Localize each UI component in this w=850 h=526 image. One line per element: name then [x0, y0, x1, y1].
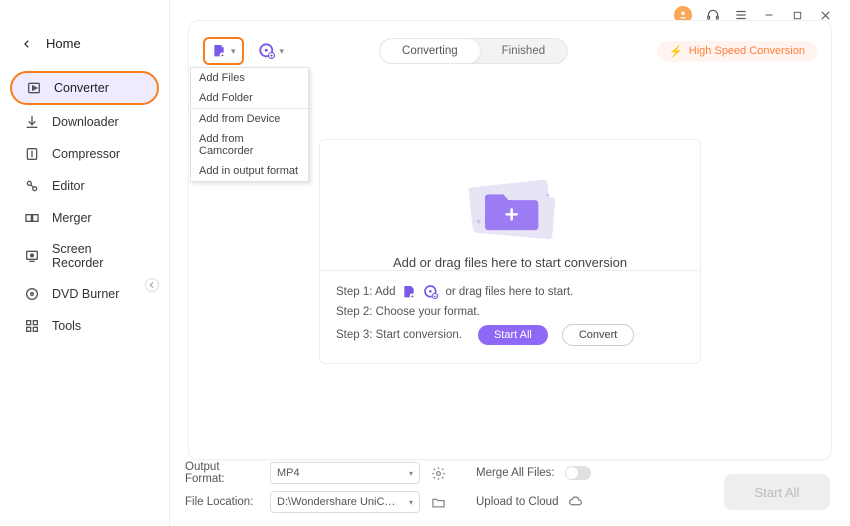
- sidebar-item-label: Converter: [54, 81, 109, 95]
- sidebar-item-downloader[interactable]: Downloader: [10, 107, 159, 137]
- sidebar-collapse-handle[interactable]: [145, 278, 159, 292]
- tab-finished[interactable]: Finished: [480, 39, 567, 63]
- step-3: Step 3: Start conversion. Start All Conv…: [336, 321, 684, 349]
- tab-converting[interactable]: Converting: [380, 39, 480, 63]
- sidebar-item-label: Merger: [52, 211, 92, 225]
- sidebar-item-tools[interactable]: Tools: [10, 311, 159, 341]
- sidebar-item-label: Downloader: [52, 115, 119, 129]
- dropzone[interactable]: ✦ ✦ Add or drag files here to start conv…: [319, 139, 701, 364]
- high-speed-banner[interactable]: ⚡ High Speed Conversion: [657, 41, 817, 62]
- sidebar: Home Converter Downloader Compressor Edi…: [0, 0, 170, 526]
- chevron-down-icon: ▾: [409, 469, 413, 478]
- dropdown-item-add-from-camcorder[interactable]: Add from Camcorder: [191, 129, 308, 161]
- sidebar-item-label: Screen Recorder: [52, 242, 145, 270]
- disc-icon[interactable]: +: [423, 284, 439, 300]
- step-1: Step 1: Add + + or drag files here to st…: [336, 281, 684, 303]
- sidebar-item-label: Tools: [52, 319, 81, 333]
- folder-icon[interactable]: [430, 494, 446, 510]
- sidebar-item-screen-recorder[interactable]: Screen Recorder: [10, 235, 159, 277]
- svg-text:✦: ✦: [545, 191, 551, 199]
- svg-text:+: +: [411, 294, 414, 300]
- svg-text:+: +: [221, 53, 224, 59]
- merger-icon: [24, 210, 40, 226]
- chevron-down-icon: ▾: [280, 46, 285, 57]
- cloud-icon[interactable]: [568, 494, 584, 510]
- sidebar-item-label: Compressor: [52, 147, 120, 161]
- chevron-left-icon: [22, 39, 32, 49]
- output-format-label: Output Format:: [185, 461, 260, 485]
- sidebar-item-dvd-burner[interactable]: DVD Burner: [10, 279, 159, 309]
- tools-icon: [24, 318, 40, 334]
- start-all-button[interactable]: Start All: [478, 325, 548, 345]
- back-button[interactable]: Home: [0, 0, 169, 69]
- sidebar-item-label: Editor: [52, 179, 85, 193]
- svg-text:+: +: [269, 54, 273, 60]
- output-format-select[interactable]: MP4 ▾: [270, 462, 420, 484]
- dropdown-item-add-from-device[interactable]: Add from Device: [191, 109, 308, 129]
- dropdown-item-add-in-output-format[interactable]: Add in output format: [191, 161, 308, 181]
- add-files-button[interactable]: + ▾: [203, 37, 244, 65]
- screen-recorder-icon: [24, 248, 40, 264]
- add-file-icon: +: [211, 42, 227, 60]
- sidebar-item-compressor[interactable]: Compressor: [10, 139, 159, 169]
- sidebar-item-label: DVD Burner: [52, 287, 119, 301]
- add-files-dropdown: Add Files Add Folder Add from Device Add…: [190, 67, 309, 182]
- file-location-select[interactable]: D:\Wondershare UniConverter 1 ▾: [270, 491, 420, 513]
- chevron-down-icon: ▾: [409, 498, 413, 507]
- sidebar-item-merger[interactable]: Merger: [10, 203, 159, 233]
- add-file-icon[interactable]: +: [401, 284, 417, 300]
- speed-banner-label: High Speed Conversion: [689, 45, 805, 57]
- bolt-icon: ⚡: [669, 45, 683, 58]
- step-2: Step 2: Choose your format.: [336, 303, 684, 321]
- dropzone-headline: Add or drag files here to start conversi…: [393, 255, 627, 270]
- disc-icon: +: [258, 42, 276, 60]
- back-label: Home: [46, 36, 81, 51]
- compressor-icon: [24, 146, 40, 162]
- chevron-left-icon: [148, 281, 156, 289]
- gear-icon[interactable]: [430, 465, 446, 481]
- dropdown-item-add-folder[interactable]: Add Folder: [191, 88, 308, 108]
- downloader-icon: [24, 114, 40, 130]
- add-dvd-button[interactable]: + ▾: [252, 39, 291, 63]
- sidebar-item-converter[interactable]: Converter: [10, 71, 159, 105]
- upload-label: Upload to Cloud: [476, 496, 558, 508]
- merge-label: Merge All Files:: [476, 467, 555, 479]
- center-tabs: Converting Finished: [379, 38, 568, 64]
- dvd-burner-icon: [24, 286, 40, 302]
- toolbar: + ▾ + ▾ Converting Finished ⚡ High Speed…: [189, 21, 831, 65]
- svg-text:+: +: [434, 294, 437, 300]
- sidebar-item-editor[interactable]: Editor: [10, 171, 159, 201]
- dropzone-illustration: ✦ ✦ Add or drag files here to start conv…: [320, 140, 700, 270]
- chevron-down-icon: ▾: [231, 46, 236, 57]
- steps-panel: Step 1: Add + + or drag files here to st…: [320, 270, 700, 349]
- svg-text:✦: ✦: [475, 216, 482, 226]
- editor-icon: [24, 178, 40, 194]
- file-location-label: File Location:: [185, 496, 260, 508]
- start-all-footer-button[interactable]: Start All: [724, 474, 830, 510]
- convert-button[interactable]: Convert: [562, 324, 635, 346]
- dropdown-item-add-files[interactable]: Add Files: [191, 68, 308, 88]
- converter-icon: [26, 80, 42, 96]
- merge-toggle[interactable]: [565, 466, 591, 480]
- folder-plus-icon: ✦ ✦: [460, 171, 560, 241]
